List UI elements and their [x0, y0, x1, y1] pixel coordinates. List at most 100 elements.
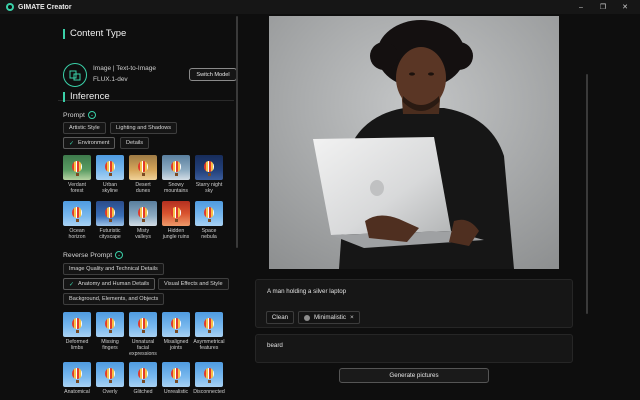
- close-icon[interactable]: ×: [350, 314, 354, 321]
- balloon-icon: [204, 207, 214, 222]
- tile-urban-skyline[interactable]: Urban skyline: [96, 155, 124, 194]
- tile-unnatural-facial-expressions[interactable]: Unnatural facial expressions: [129, 312, 157, 357]
- tile-verdant-forest[interactable]: Verdant forest: [63, 155, 91, 194]
- negative-prompt-text[interactable]: beard: [267, 342, 283, 349]
- tile-label: Space nebula: [201, 228, 217, 240]
- tile-unrealistic[interactable]: Unrealistic: [162, 362, 190, 395]
- tile-label: Ocean horizon: [68, 228, 86, 240]
- reverse-prompt-label-row: Reverse Prompt ⌄: [63, 251, 124, 259]
- balloon-icon: [105, 368, 115, 383]
- tile-label: Unnatural facial expressions: [129, 339, 157, 357]
- tile-image: [162, 312, 190, 337]
- balloon-icon: [171, 161, 181, 176]
- tile-ocean-horizon[interactable]: Ocean horizon: [63, 201, 91, 240]
- balloon-icon: [138, 161, 148, 176]
- app-logo-icon: [6, 3, 14, 11]
- tile-hidden-jungle-ruins[interactable]: Hidden jungle ruins: [162, 201, 190, 240]
- tile-label: Futuristic cityscape: [99, 228, 121, 240]
- balloon-icon: [105, 207, 115, 222]
- tile-image: [129, 362, 157, 387]
- title-bar: GIMATE Creator – ❐ ✕: [0, 0, 640, 14]
- tile-label: Asymmetrical features: [193, 339, 225, 351]
- tile-image: [63, 362, 91, 387]
- generate-pictures-button[interactable]: Generate pictures: [339, 368, 489, 383]
- balloon-icon: [204, 368, 214, 383]
- tile-label: Glitched: [133, 389, 153, 395]
- maximize-button[interactable]: ❐: [592, 0, 614, 14]
- tab-lighting-and-shadows[interactable]: Lighting and Shadows: [110, 122, 178, 134]
- tile-image: [129, 312, 157, 337]
- tab-environment[interactable]: ✓ Environment: [63, 137, 116, 149]
- tab-anatomy-and-human-details[interactable]: ✓ Anatomy and Human Details: [63, 278, 156, 290]
- tile-misaligned-joints[interactable]: Misaligned joints: [162, 312, 190, 351]
- model-name: FLUX.1-dev: [93, 76, 128, 83]
- minimize-button[interactable]: –: [570, 0, 592, 14]
- tab-anatomy-label: Anatomy and Human Details: [78, 281, 150, 287]
- tile-image: [63, 201, 91, 226]
- tab-artistic-style[interactable]: Artistic Style: [63, 122, 106, 134]
- tile-label: Urban skyline: [102, 182, 118, 194]
- balloon-icon: [204, 161, 214, 176]
- balloon-icon: [204, 318, 214, 333]
- tile-glitched[interactable]: Glitched: [129, 362, 157, 395]
- tile-anatomical[interactable]: Anatomical: [63, 362, 91, 395]
- prompt-label-row: Prompt ⌄: [63, 111, 96, 119]
- chevron-down-icon[interactable]: ⌄: [87, 111, 96, 119]
- window-controls: – ❐ ✕: [570, 0, 636, 14]
- chevron-down-icon[interactable]: ⌄: [115, 251, 124, 259]
- tile-starry-night-sky[interactable]: Starry night sky: [195, 155, 223, 194]
- tab-visual-effects-and-style[interactable]: Visual Effects and Style: [158, 278, 229, 290]
- balloon-icon: [105, 161, 115, 176]
- tab-background-elements-objects[interactable]: Background, Elements, and Objects: [63, 293, 165, 305]
- balloon-icon: [171, 207, 181, 222]
- left-scrollbar[interactable]: [236, 16, 238, 248]
- tile-image: [63, 155, 91, 180]
- prompt-panel[interactable]: A man holding a silver laptop Clean Mini…: [255, 279, 573, 328]
- tile-image: [96, 201, 124, 226]
- tile-label: Snowy mountains: [164, 182, 188, 194]
- right-scrollbar[interactable]: [586, 74, 588, 314]
- image-model-icon: [63, 63, 87, 87]
- tile-image: [195, 155, 223, 180]
- tile-disconnected[interactable]: Disconnected: [193, 362, 225, 395]
- tile-snowy-mountains[interactable]: Snowy mountains: [162, 155, 190, 194]
- tile-image: [63, 312, 91, 337]
- switch-model-button[interactable]: Switch Model: [189, 68, 237, 81]
- tile-image: [162, 201, 190, 226]
- generated-image: [269, 16, 559, 269]
- balloon-icon: [72, 207, 82, 222]
- tile-misty-valleys[interactable]: Misty valleys: [129, 201, 157, 240]
- tab-image-quality[interactable]: Image Quality and Technical Details: [63, 263, 164, 275]
- style-tag-label: Minimalistic: [314, 314, 346, 321]
- tile-label: Hidden jungle ruins: [162, 228, 190, 240]
- clean-button[interactable]: Clean: [266, 311, 294, 324]
- model-card: Image | Text-to-Image FLUX.1-dev Switch …: [63, 61, 237, 91]
- tile-deformed-limbs[interactable]: Deformed limbs: [63, 312, 91, 351]
- tile-missing-fingers[interactable]: Missing fingers: [96, 312, 124, 351]
- balloon-icon: [171, 368, 181, 383]
- tile-label: Misaligned joints: [163, 339, 189, 351]
- tile-futuristic-cityscape[interactable]: Futuristic cityscape: [96, 201, 124, 240]
- close-window-button[interactable]: ✕: [614, 0, 636, 14]
- tile-image: [195, 362, 223, 387]
- tile-label: Missing fingers: [101, 339, 119, 351]
- check-icon: ✓: [69, 281, 75, 288]
- tab-details[interactable]: Details: [120, 137, 150, 149]
- tile-label: Starry night sky: [195, 182, 223, 194]
- tile-image: [195, 312, 223, 337]
- settings-panel: Content Type Image | Text-to-Image FLUX.…: [54, 14, 238, 400]
- tile-label: Unrealistic: [163, 389, 189, 395]
- tile-desert-dunes[interactable]: Desert dunes: [129, 155, 157, 194]
- content-type-title: Content Type: [63, 29, 126, 39]
- balloon-icon: [138, 318, 148, 333]
- tile-image: [162, 155, 190, 180]
- tile-asymmetrical-features[interactable]: Asymmetrical features: [193, 312, 225, 351]
- balloon-icon: [138, 368, 148, 383]
- tile-label: Anatomical: [64, 389, 90, 395]
- prompt-text[interactable]: A man holding a silver laptop: [267, 288, 346, 295]
- tile-overly[interactable]: Overly: [96, 362, 124, 395]
- style-tag-minimalistic[interactable]: Minimalistic ×: [298, 311, 360, 324]
- negative-prompt-panel[interactable]: beard: [255, 334, 573, 363]
- prompt-label: Prompt: [63, 111, 85, 119]
- tile-space-nebula[interactable]: Space nebula: [195, 201, 223, 240]
